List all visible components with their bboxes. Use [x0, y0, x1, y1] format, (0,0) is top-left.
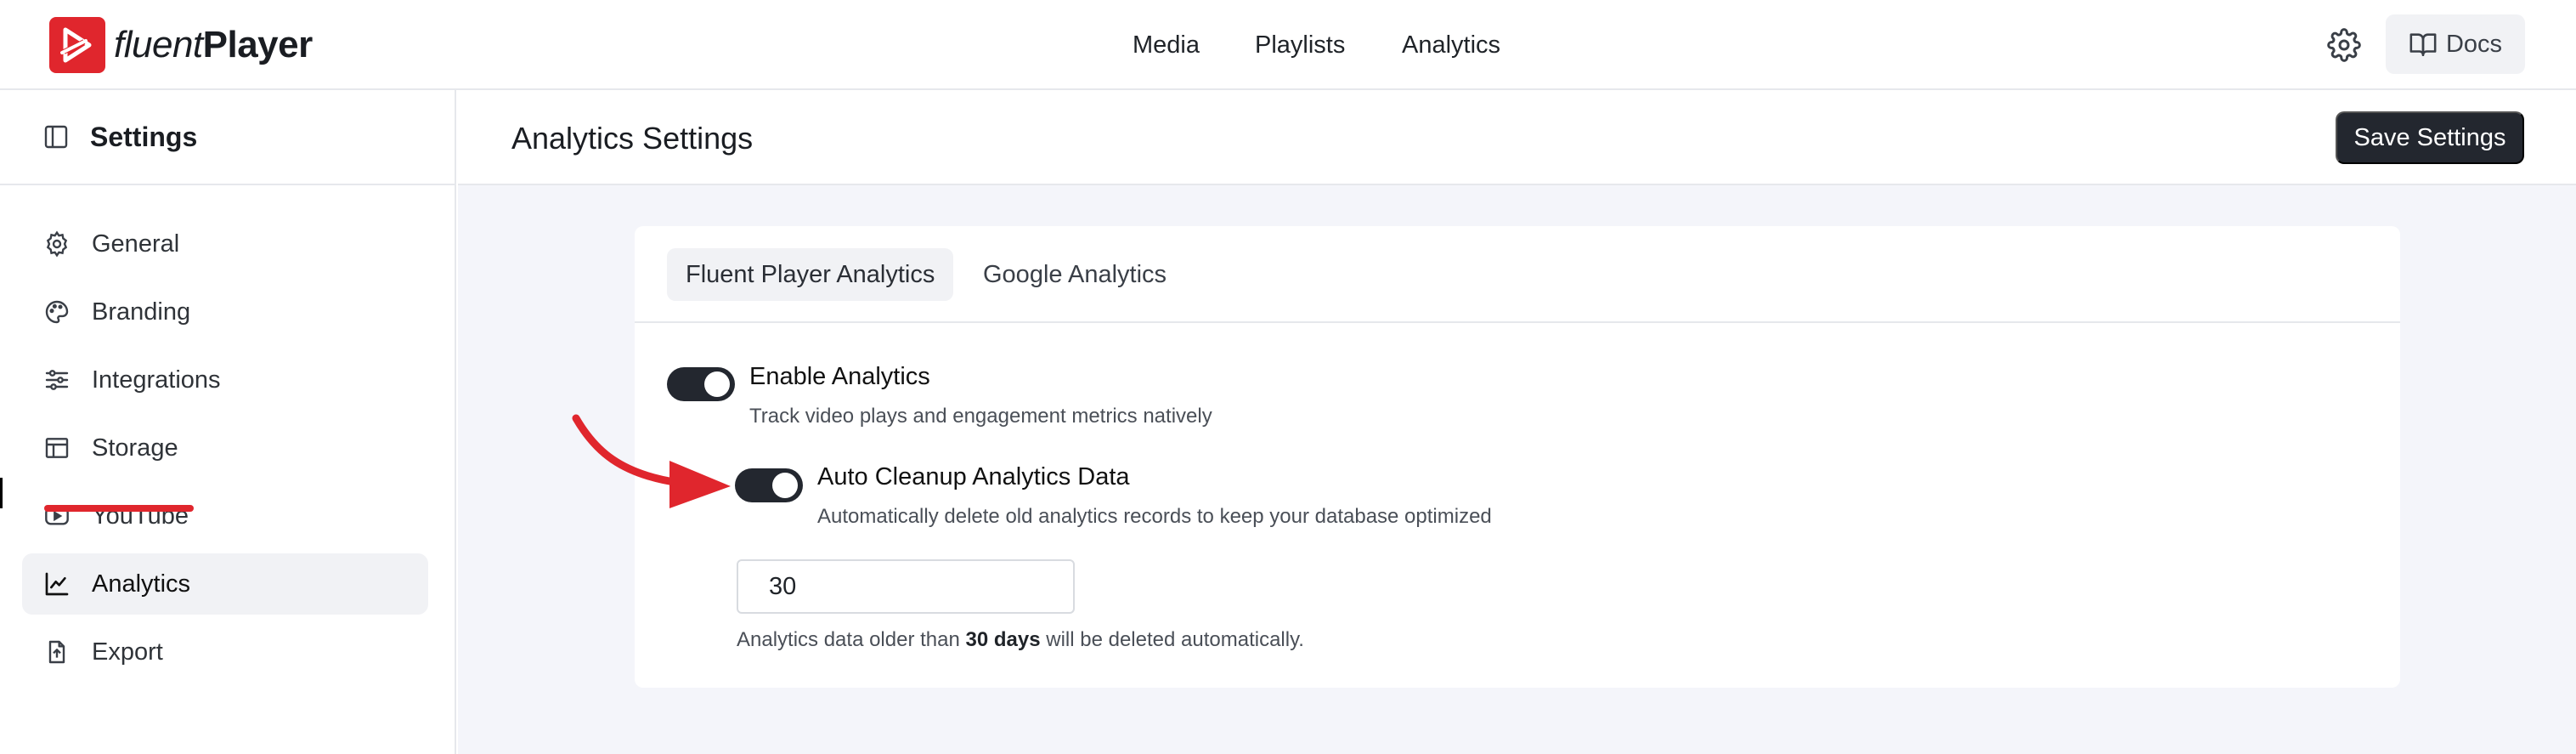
global-settings-button[interactable]: [2321, 22, 2367, 68]
auto-cleanup-desc: Automatically delete old analytics recor…: [817, 505, 1492, 528]
sidebar-item-general[interactable]: General: [22, 213, 428, 275]
tab-google-analytics[interactable]: Google Analytics: [964, 248, 1185, 301]
analytics-tabs: Fluent Player Analytics Google Analytics: [635, 226, 2400, 323]
enable-analytics-title: Enable Analytics: [749, 363, 930, 390]
main-header: Analytics Settings Save Settings: [458, 90, 2576, 185]
sidebar-item-label: Branding: [92, 298, 191, 326]
nav-playlists[interactable]: Playlists: [1255, 31, 1345, 60]
auto-cleanup-title: Auto Cleanup Analytics Data: [817, 463, 1130, 490]
nav-media[interactable]: Media: [1133, 31, 1200, 60]
logo-text: fluentPlayer: [114, 24, 313, 65]
gear-icon: [2327, 28, 2361, 62]
export-icon: [42, 638, 71, 666]
sidebar-title: Settings: [90, 121, 198, 152]
sidebar-toggle-icon[interactable]: [42, 123, 70, 150]
sidebar-item-label: Integrations: [92, 366, 221, 394]
sidebar-item-label: Analytics: [92, 570, 191, 598]
sidebar-item-analytics[interactable]: Analytics: [22, 553, 428, 615]
sidebar-item-integrations[interactable]: Integrations: [22, 349, 428, 411]
logo-mark-icon: [49, 17, 105, 73]
sidebar-header: Settings: [0, 90, 455, 185]
annotation-arrow-icon: [572, 414, 731, 508]
storage-icon: [42, 434, 71, 462]
sidebar-item-label: Storage: [92, 434, 178, 462]
sidebar-item-storage[interactable]: Storage: [22, 417, 428, 479]
page-title: Analytics Settings: [511, 121, 754, 156]
sliders-icon: [42, 366, 71, 394]
settings-sidebar: Settings General Branding Integrations S…: [0, 90, 456, 754]
nav-analytics[interactable]: Analytics: [1402, 31, 1500, 60]
palette-icon: [42, 298, 71, 326]
sidebar-item-branding[interactable]: Branding: [22, 281, 428, 343]
enable-analytics-desc: Track video plays and engagement metrics…: [749, 405, 1212, 428]
sidebar-item-export[interactable]: Export: [22, 621, 428, 683]
cleanup-days-input[interactable]: [737, 559, 1075, 614]
save-settings-button[interactable]: Save Settings: [2336, 111, 2524, 164]
chart-line-icon: [42, 570, 71, 598]
docs-label: Docs: [2445, 30, 2503, 58]
book-icon: [2409, 33, 2437, 57]
cleanup-days-bold: 30 days: [965, 628, 1041, 651]
fluentplayer-logo[interactable]: fluentPlayer: [49, 17, 313, 73]
sidebar-item-label: General: [92, 230, 180, 258]
docs-button[interactable]: Docs: [2386, 14, 2525, 74]
text-cursor-mark: [0, 478, 3, 508]
active-item-annotation-underline: [44, 505, 194, 512]
gear-icon: [42, 230, 71, 258]
enable-analytics-toggle[interactable]: [667, 367, 735, 401]
auto-cleanup-toggle[interactable]: [735, 468, 803, 502]
tab-fluent-player-analytics[interactable]: Fluent Player Analytics: [667, 248, 954, 301]
analytics-settings-card: Fluent Player Analytics Google Analytics: [635, 226, 2400, 688]
top-bar: fluentPlayer Media Playlists Analytics D…: [0, 0, 2576, 90]
sidebar-item-label: Export: [92, 638, 163, 666]
sidebar-item-youtube[interactable]: YouTube: [22, 485, 428, 547]
cleanup-help-text: Analytics data older than 30 days will b…: [737, 628, 1304, 651]
